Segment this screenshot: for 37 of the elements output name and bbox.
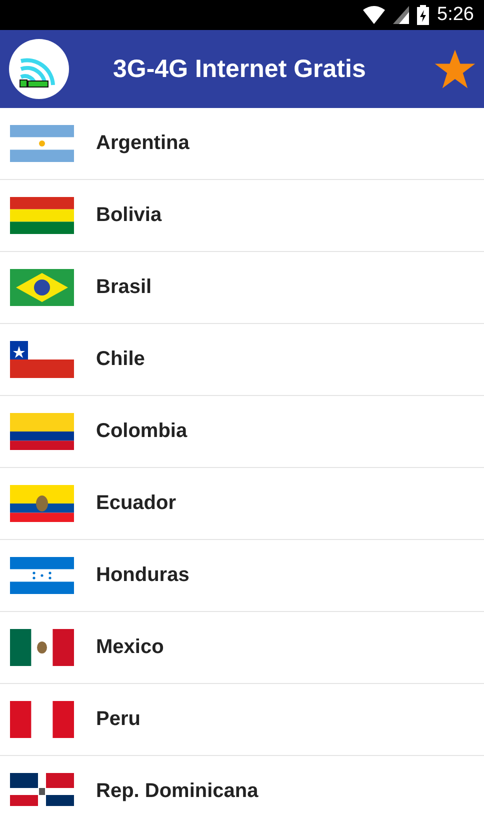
flag-icon [10, 341, 74, 378]
flag-icon [10, 629, 74, 666]
country-row[interactable]: Peru [0, 684, 484, 756]
flag-icon [10, 413, 74, 450]
country-row[interactable]: Bolivia [0, 180, 484, 252]
country-row[interactable]: Mexico [0, 612, 484, 684]
clock-time: 5:26 [437, 4, 474, 26]
app-title: 3G-4G Internet Gratis [113, 54, 367, 84]
country-row[interactable]: Colombia [0, 396, 484, 468]
country-name: Peru [96, 708, 140, 731]
wifi-icon [363, 6, 386, 24]
wifi-logo-icon [9, 39, 69, 99]
flag-icon [10, 269, 74, 306]
country-row[interactable]: Honduras [0, 540, 484, 612]
country-name: Argentina [96, 132, 190, 155]
country-name: Chile [96, 348, 145, 371]
country-name: Bolivia [96, 204, 162, 227]
flag-icon [10, 773, 74, 806]
flag-icon [10, 701, 74, 738]
country-row[interactable]: Brasil [0, 252, 484, 324]
country-name: Rep. Dominicana [96, 780, 258, 803]
star-icon[interactable] [434, 48, 476, 90]
country-row[interactable]: Chile [0, 324, 484, 396]
battery-icon [417, 5, 430, 25]
country-name: Brasil [96, 276, 152, 299]
country-row[interactable]: Rep. Dominicana [0, 756, 484, 806]
country-name: Colombia [96, 420, 188, 443]
country-name: Ecuador [96, 492, 176, 515]
flag-icon [10, 197, 74, 234]
flag-icon [10, 485, 74, 522]
country-row[interactable]: Ecuador [0, 468, 484, 540]
flag-icon [10, 557, 74, 594]
country-name: Mexico [96, 636, 164, 659]
signal-icon [393, 6, 410, 24]
flag-icon [10, 125, 74, 162]
country-row[interactable]: Argentina [0, 108, 484, 180]
country-name: Honduras [96, 564, 190, 587]
